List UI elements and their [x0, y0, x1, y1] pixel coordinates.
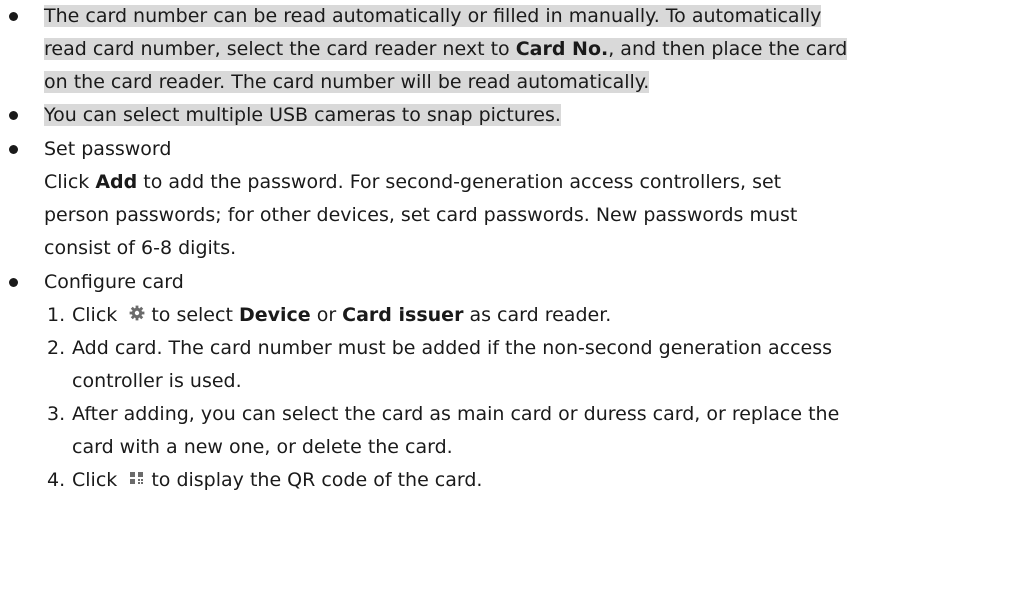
step-line: Add card. The card number must be added … [72, 337, 833, 359]
step-line: card with a new one, or delete the card. [72, 436, 453, 458]
text: , and then place the card [608, 38, 848, 60]
text: to select [151, 304, 239, 326]
step-number: 2. [47, 337, 66, 359]
bullet-title-configure-card: Configure card [44, 271, 184, 293]
paragraph-line: You can select multiple USB cameras to s… [44, 99, 561, 132]
step-number: 3. [47, 403, 66, 425]
text: read card number, select the card reader… [44, 38, 516, 60]
highlighted-text: You can select multiple USB cameras to s… [44, 104, 561, 126]
step-line: controller is used. [72, 370, 242, 392]
step-line: After adding, you can select the card as… [72, 403, 840, 425]
bold-term-card-no: Card No. [515, 38, 609, 60]
step-number: 4. [47, 469, 66, 491]
bold-term-device: Device [238, 304, 311, 326]
gear-icon [129, 299, 145, 332]
text: Click [44, 171, 96, 193]
text: to add the password. For second-generati… [137, 171, 782, 193]
paragraph-line: The card number can be read automaticall… [44, 0, 822, 33]
step-line: Click to select Device or Card issuer as… [72, 299, 611, 332]
paragraph-line: Click Add to add the password. For secon… [44, 166, 781, 199]
bullet-dot [9, 278, 18, 287]
paragraph-line: consist of 6-8 digits. [44, 237, 237, 259]
text: as card reader. [463, 304, 612, 326]
bullet-dot [9, 111, 18, 120]
step-line: Click to display the QR code of the card… [72, 464, 482, 497]
bullet-title-set-password: Set password [44, 138, 172, 160]
text: Click [72, 469, 118, 491]
text: Click [72, 304, 118, 326]
document-page: The card number can be read automaticall… [0, 0, 1029, 595]
text: or [310, 304, 343, 326]
paragraph-line: read card number, select the card reader… [44, 33, 848, 66]
bold-term-card-issuer: Card issuer [342, 304, 464, 326]
paragraph-line: on the card reader. The card number will… [44, 66, 650, 99]
highlighted-text: The card number can be read automaticall… [44, 5, 822, 27]
step-number: 1. [47, 304, 66, 326]
qr-code-icon [129, 464, 145, 497]
text: to display the QR code of the card. [151, 469, 483, 491]
bullet-dot [9, 145, 18, 154]
highlighted-text: read card number, select the card reader… [44, 38, 848, 60]
highlighted-text: on the card reader. The card number will… [44, 71, 650, 93]
bold-term-add: Add [95, 171, 138, 193]
paragraph-line: person passwords; for other devices, set… [44, 204, 798, 226]
bullet-dot [9, 12, 18, 21]
